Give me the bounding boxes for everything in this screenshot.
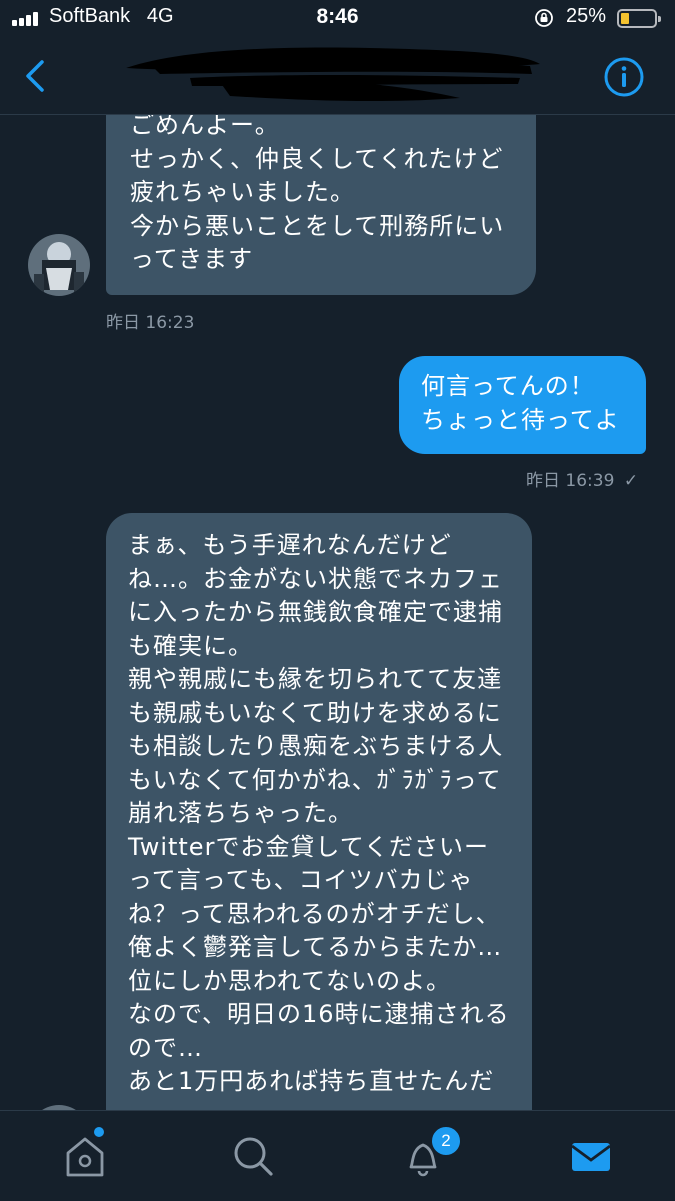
avatar[interactable] — [28, 234, 90, 296]
message-line: ね…。お金がない状態でネカフェ — [128, 564, 503, 593]
message-line: もいなくて何かがね、ｶﾞﾗｶﾞﾗって — [128, 765, 502, 794]
home-icon[interactable] — [60, 1131, 110, 1181]
mail-icon[interactable] — [566, 1131, 616, 1181]
message-line: って言っても、コイツバカじゃ — [128, 866, 474, 894]
message-line: も親戚もいなくて助けを求めるに — [128, 698, 502, 727]
message-line: に入ったから無銭飲食確定で逮捕 — [128, 598, 503, 626]
notification-badge: 2 — [430, 1125, 462, 1157]
message-line: ってきます — [130, 245, 254, 273]
message-list[interactable]: ごめんよー。 せっかく、仲良くしてくれたけど 疲れちゃいました。 今から悪いこと… — [0, 115, 675, 1110]
message-line: も相談したり愚痴をぶちまける人 — [128, 732, 504, 760]
redacted-username — [126, 47, 540, 102]
search-icon[interactable] — [228, 1131, 278, 1181]
incoming-message-bubble[interactable]: ごめんよー。 せっかく、仲良くしてくれたけど 疲れちゃいました。 今から悪いこと… — [106, 115, 536, 295]
message-line: 崩れ落ちちゃった。 — [128, 799, 353, 827]
tab-bar: 2 — [0, 1110, 675, 1201]
message-line: も確実に。 — [128, 631, 253, 660]
message-line: あと1万円あれば持ち直せたんだ — [128, 1067, 495, 1095]
info-icon[interactable] — [603, 56, 645, 98]
incoming-message-bubble[interactable]: まぁ、もう手遅れなんだけど ね…。お金がない状態でネカフェ に入ったから無銭飲食… — [106, 513, 532, 1110]
message-line: ので… — [128, 1033, 203, 1062]
home-notification-dot — [94, 1127, 104, 1137]
outgoing-message-bubble[interactable]: 何言ってんの！ ちょっと待ってよ — [399, 356, 646, 454]
message-line: 親や親戚にも縁を切られてて友達 — [128, 665, 503, 693]
message-line: ね？って思われるのがオチだし、 — [128, 899, 501, 928]
message-line: Twitterでお金貸してくださいー — [128, 832, 489, 861]
message-line: ちょっと待ってよ — [421, 405, 620, 434]
message-line: 疲れちゃいました。 — [130, 178, 355, 206]
message-timestamp: 昨日 16:23 — [106, 313, 195, 333]
message-line: 今から悪いことをして刑務所にい — [130, 211, 505, 240]
battery-percentage: 25% — [566, 5, 607, 27]
message-timestamp: 昨日 16:39 ✓ — [526, 471, 639, 491]
message-line: ごめんよー。 — [130, 115, 280, 139]
message-line: まぁ、もう手遅れなんだけど — [128, 531, 452, 559]
status-bar: SoftBank 4G 8:46 25% — [0, 0, 675, 38]
message-line: 何言ってんの！ — [421, 372, 595, 400]
message-line: せっかく、仲良くしてくれたけど — [130, 144, 504, 173]
message-line: 俺よく鬱発言してるからまたか… — [128, 933, 503, 961]
checkmark-icon: ✓ — [623, 471, 639, 491]
conversation-header — [0, 38, 675, 115]
rotation-lock-icon — [535, 9, 553, 27]
message-line: なので、明日の16時に逮捕される — [128, 1000, 510, 1028]
chevron-left-icon[interactable] — [18, 56, 54, 96]
message-line: 位にしか思われてないのよ。 — [128, 966, 452, 995]
battery-icon — [617, 9, 661, 28]
